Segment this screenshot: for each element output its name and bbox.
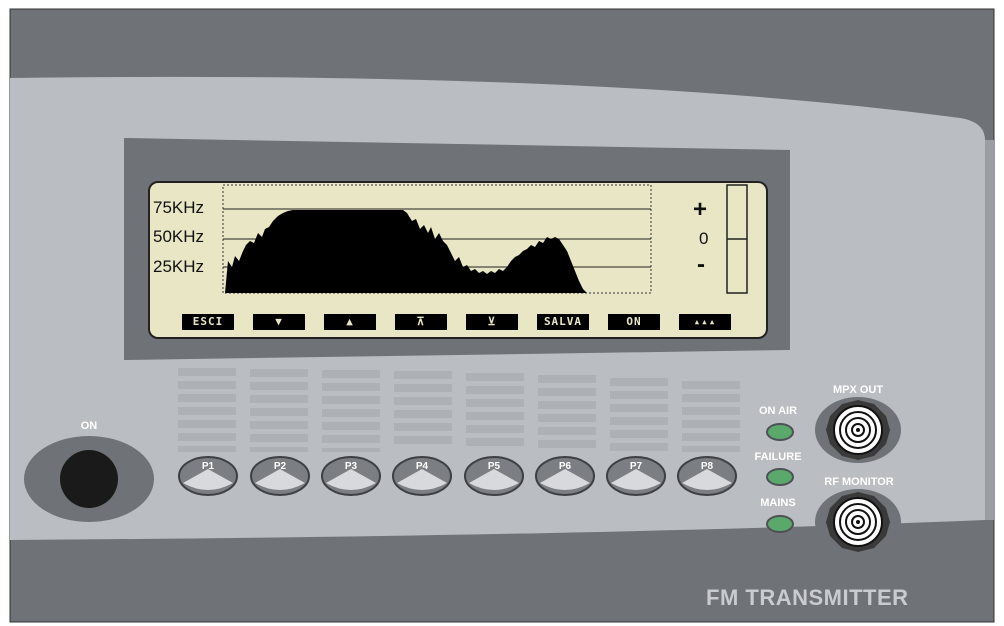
level-zero: 0	[699, 229, 709, 248]
scale-label-75: 75KHz	[153, 198, 205, 217]
led-on-air	[766, 423, 794, 441]
preset-label-p2: P2	[273, 461, 287, 472]
level-minus: -	[697, 251, 705, 278]
scale-label-25: 25KHz	[153, 257, 205, 276]
power-label: ON	[80, 420, 98, 432]
softkey-bottom[interactable]: ⊻	[466, 314, 518, 330]
preset-level-bars	[178, 368, 740, 452]
softkey-down[interactable]: ▼	[253, 314, 305, 330]
preset-label-p7: P7	[629, 461, 643, 472]
led-label-failure: FAILURE	[754, 451, 802, 463]
softkey-top[interactable]: ⊼	[395, 314, 447, 330]
softkey-salva[interactable]: SALVA	[537, 314, 589, 330]
mpx-out-connector[interactable]	[824, 398, 892, 462]
level-plus: +	[693, 196, 708, 223]
mpx-out-label: MPX OUT	[832, 384, 884, 396]
led-failure	[766, 468, 794, 486]
product-title: FM TRANSMITTER	[706, 585, 909, 610]
preset-label-p6: P6	[558, 461, 572, 472]
rf-monitor-label: RF MONITOR	[824, 476, 894, 488]
led-mains	[766, 515, 794, 533]
scale-label-50: 50KHz	[153, 227, 205, 246]
preset-label-p4: P4	[415, 461, 429, 472]
preset-label-p5: P5	[487, 461, 501, 472]
power-button[interactable]	[60, 450, 118, 508]
preset-label-p1: P1	[201, 461, 215, 472]
led-label-mains: MAINS	[760, 497, 796, 509]
softkey-esci[interactable]: ESCI	[182, 314, 234, 330]
preset-label-p8: P8	[700, 461, 714, 472]
softkey-up[interactable]: ▲	[324, 314, 376, 330]
led-label-on-air: ON AIR	[758, 405, 798, 417]
softkey-peaks[interactable]: ▴▴▴	[679, 314, 731, 330]
softkey-on[interactable]: ON	[608, 314, 660, 330]
lcd-display	[148, 181, 768, 339]
rf-monitor-connector[interactable]	[824, 490, 892, 554]
preset-label-p3: P3	[344, 461, 358, 472]
